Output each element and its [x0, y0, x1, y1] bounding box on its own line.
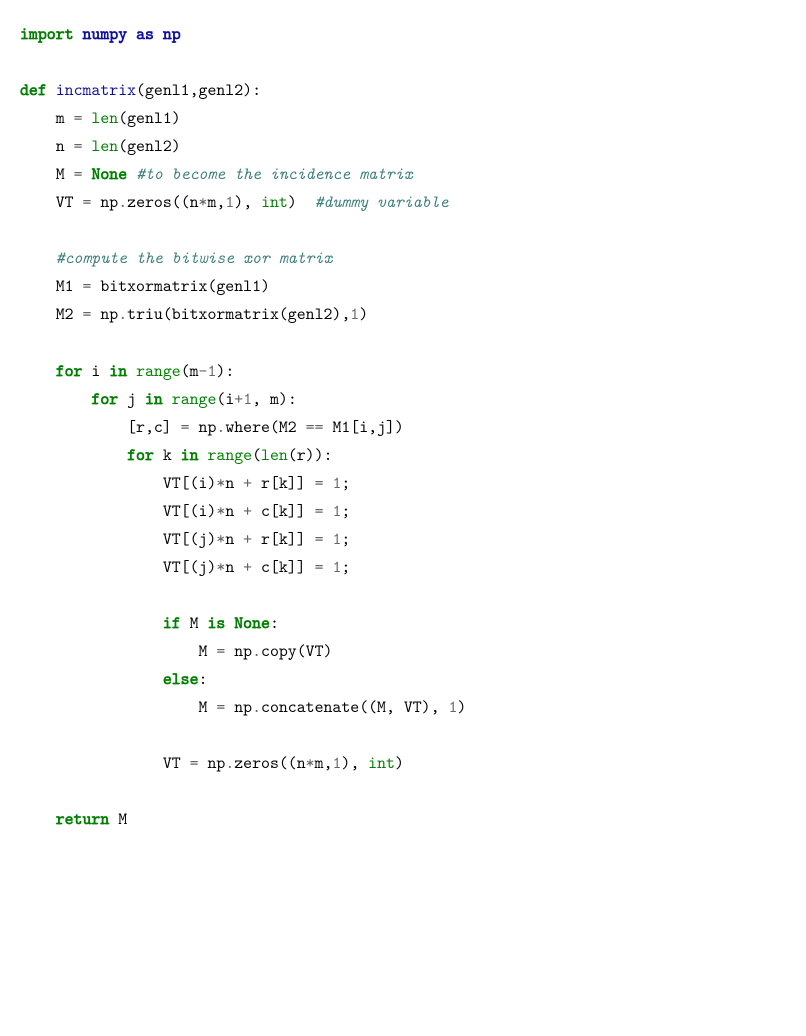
keyword-if: if — [163, 612, 181, 634]
keyword-def: def — [20, 79, 47, 101]
line-1: import numpy as np — [20, 23, 181, 45]
line-3: def incmatrix(genl1,genl2): — [20, 79, 261, 101]
keyword-for: for — [56, 360, 83, 382]
line-13: for i in range(m-1): — [20, 360, 234, 382]
line-27: VT = np.zeros((n*m,1), int) — [20, 752, 404, 774]
line-24: else: — [20, 668, 207, 690]
line-16: for k in range(len(r)): — [20, 444, 332, 466]
comment: #compute the bitwise xor matrix — [56, 247, 333, 269]
params: (genl1,genl2): — [136, 79, 261, 101]
builtin-range: range — [172, 388, 217, 410]
keyword-in: in — [145, 388, 163, 410]
comment: #dummy variable — [315, 191, 449, 213]
line-20: VT[(j)*n + c[k]] = 1; — [20, 556, 350, 578]
builtin-len: len — [261, 444, 288, 466]
line-19: VT[(j)*n + r[k]] = 1; — [20, 528, 350, 550]
line-29: return M — [20, 808, 127, 830]
line-9: #compute the bitwise xor matrix — [20, 247, 332, 269]
comment: #to become the incidence matrix — [136, 163, 413, 185]
line-10: M1 = bitxormatrix(genl1) — [20, 275, 270, 297]
keyword-for: for — [91, 388, 118, 410]
keyword-import: import — [20, 23, 74, 45]
function-name: incmatrix — [56, 79, 136, 101]
keyword-as: as — [136, 23, 154, 45]
none-literal: None — [91, 163, 127, 185]
line-14: for j in range(i+1, m): — [20, 388, 297, 410]
code-block: import numpy as np def incmatrix(genl1,g… — [20, 20, 786, 833]
line-22: if M is None: — [20, 612, 279, 634]
line-17: VT[(i)*n + r[k]] = 1; — [20, 472, 350, 494]
builtin-int: int — [368, 752, 395, 774]
keyword-else: else — [163, 668, 199, 690]
builtin-len: len — [83, 107, 119, 129]
keyword-return: return — [56, 808, 110, 830]
line-11: M2 = np.triu(bitxormatrix(genl2),1) — [20, 303, 368, 325]
builtin-int: int — [261, 191, 288, 213]
none-literal: None — [234, 612, 270, 634]
line-23: M = np.copy(VT) — [20, 640, 332, 662]
module-numpy: numpy — [83, 23, 128, 45]
keyword-for: for — [127, 444, 154, 466]
line-4: m = len(genl1) — [20, 107, 181, 129]
alias-np: np — [163, 23, 181, 45]
line-25: M = np.concatenate((M, VT), 1) — [20, 696, 466, 718]
line-7: VT = np.zeros((n*m,1), int) #dummy varia… — [20, 191, 449, 213]
keyword-in: in — [181, 444, 199, 466]
line-18: VT[(i)*n + c[k]] = 1; — [20, 500, 350, 522]
keyword-in: in — [109, 360, 127, 382]
keyword-is: is — [207, 612, 225, 634]
builtin-range: range — [136, 360, 181, 382]
builtin-range: range — [207, 444, 252, 466]
line-15: [r,c] = np.where(M2 == M1[i,j]) — [20, 416, 404, 438]
line-6: M = None #to become the incidence matrix — [20, 163, 413, 185]
builtin-len: len — [83, 135, 119, 157]
line-5: n = len(genl2) — [20, 135, 181, 157]
